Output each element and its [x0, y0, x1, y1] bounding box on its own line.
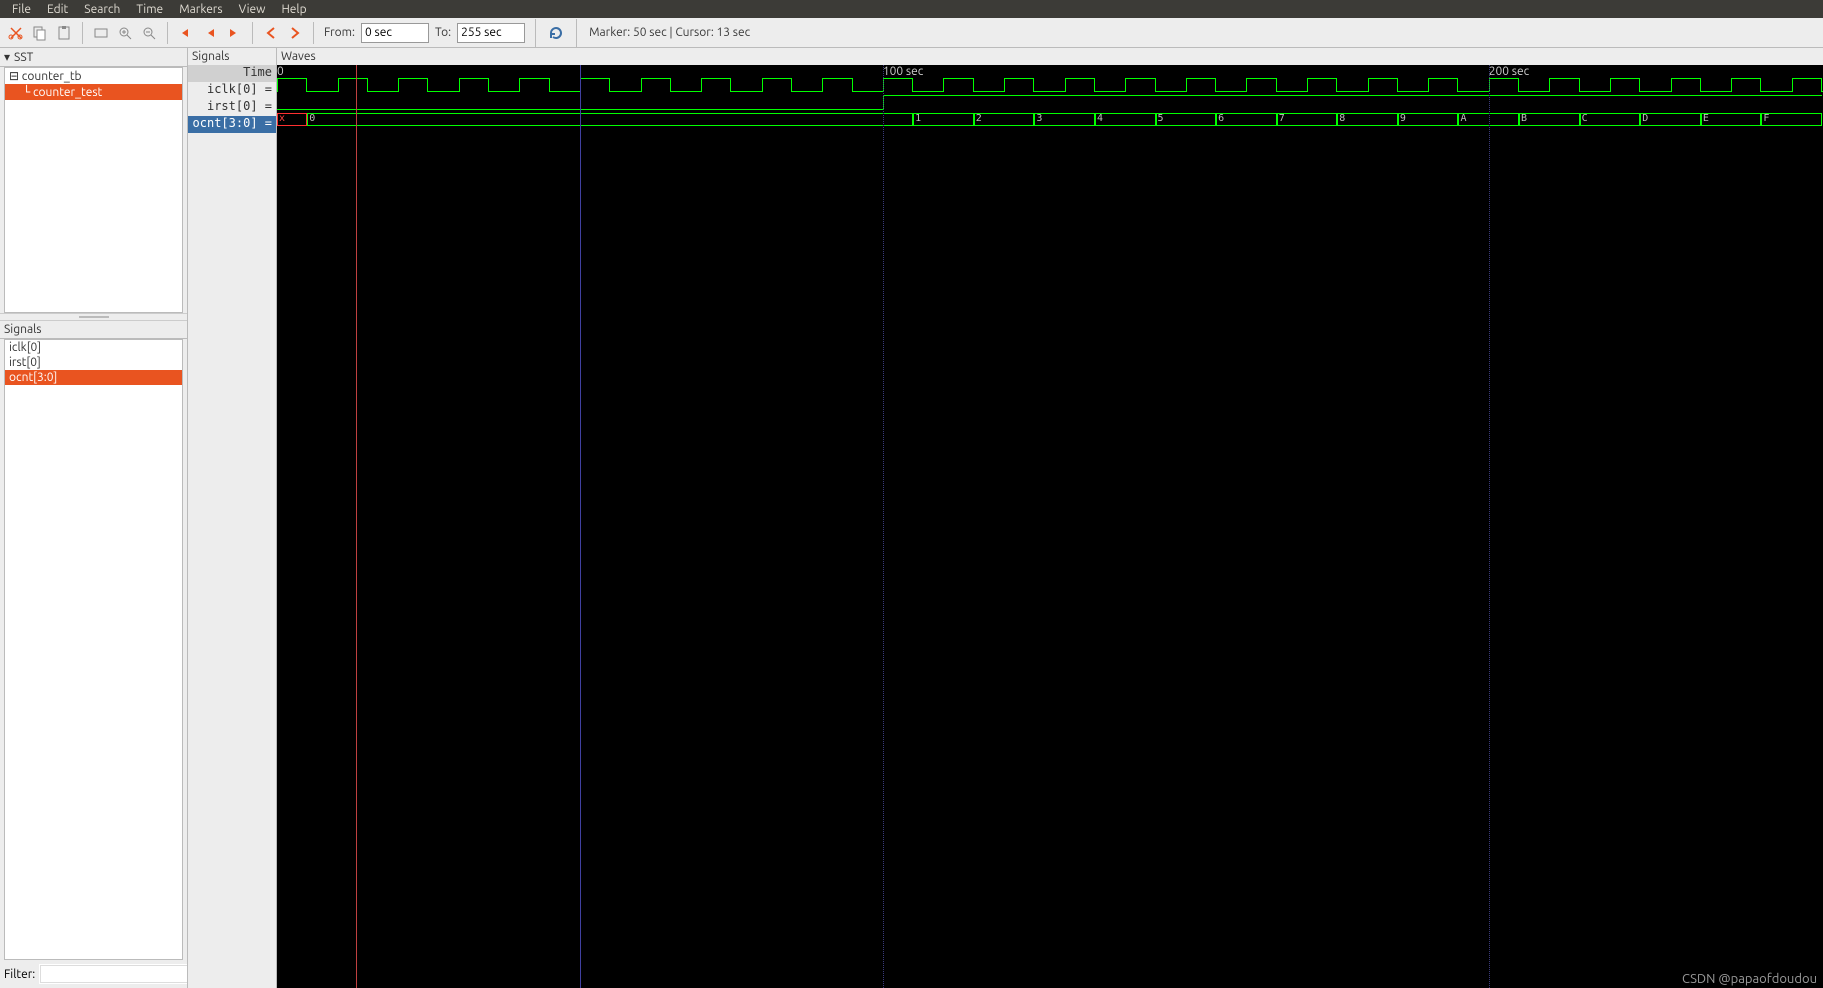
filter-label: Filter:	[4, 968, 35, 981]
separator	[252, 22, 253, 44]
signal-item[interactable]: ocnt[3:0]	[5, 370, 182, 385]
vgrid	[1489, 65, 1490, 988]
menu-markers[interactable]: Markers	[171, 2, 230, 17]
signal-row[interactable]: irst[0] =	[188, 99, 276, 116]
tree-item-counter_test[interactable]: └ counter_test	[5, 84, 182, 100]
zoom-out-icon[interactable]	[139, 23, 159, 43]
left-panel: ▾ SST ⊟ counter_tb└ counter_test Signals…	[0, 48, 187, 988]
wave-row: x0123456789ABCDEF	[277, 111, 1823, 128]
from-label: From:	[322, 26, 357, 39]
filter-input[interactable]	[39, 964, 202, 984]
signal-row[interactable]: ocnt[3:0] =	[188, 116, 276, 133]
wave-row	[277, 77, 1823, 94]
menubar: FileEditSearchTimeMarkersViewHelp	[0, 0, 1823, 18]
to-label: To:	[433, 26, 453, 39]
tree-item-counter_tb[interactable]: ⊟ counter_tb	[5, 68, 182, 84]
paste-icon[interactable]	[54, 23, 74, 43]
signals-list[interactable]: iclk[0]irst[0]ocnt[3:0]	[4, 339, 183, 960]
from-input[interactable]	[361, 23, 429, 43]
wave-row	[277, 94, 1823, 111]
toolbar: From: To: Marker: 50 sec | Cursor: 13 se…	[0, 18, 1823, 48]
step-forward-icon[interactable]	[285, 23, 305, 43]
waves-header: Waves	[277, 48, 1823, 65]
undo-icon[interactable]	[176, 23, 196, 43]
zoom-fit-icon[interactable]	[91, 23, 111, 43]
menu-help[interactable]: Help	[273, 2, 314, 17]
wave-canvas[interactable]: 0100 sec200 sec x0123456789ABCDEF CSDN @…	[277, 65, 1823, 988]
time-scale: 0100 sec200 sec	[277, 65, 1823, 77]
signal-item[interactable]: irst[0]	[5, 355, 182, 370]
splitter[interactable]	[0, 313, 187, 321]
cursor-line[interactable]	[356, 65, 357, 988]
menu-edit[interactable]: Edit	[39, 2, 76, 17]
waves-panel: Waves 0100 sec200 sec x0123456789ABCDEF …	[276, 48, 1823, 988]
separator	[167, 22, 168, 44]
go-end-icon[interactable]	[224, 23, 244, 43]
step-back-icon[interactable]	[261, 23, 281, 43]
go-start-icon[interactable]	[200, 23, 220, 43]
separator	[82, 22, 83, 44]
marker-line[interactable]	[580, 65, 581, 988]
chevron-down-icon[interactable]: ▾	[4, 50, 10, 64]
signal-names-panel: Signals Timeiclk[0] =irst[0] =ocnt[3:0] …	[187, 48, 276, 988]
separator	[535, 19, 536, 47]
cut-icon[interactable]	[6, 23, 26, 43]
menu-file[interactable]: File	[4, 2, 39, 17]
signals-mid-header: Signals	[188, 48, 276, 65]
menu-search[interactable]: Search	[76, 2, 128, 17]
to-input[interactable]	[457, 23, 525, 43]
vgrid	[883, 65, 884, 988]
hierarchy-tree[interactable]: ⊟ counter_tb└ counter_test	[4, 67, 183, 313]
copy-icon[interactable]	[30, 23, 50, 43]
marker-cursor-status: Marker: 50 sec | Cursor: 13 sec	[587, 26, 752, 39]
signals-lower-header: Signals	[0, 321, 187, 339]
watermark: CSDN @papaofdoudou	[1682, 972, 1817, 986]
menu-view[interactable]: View	[231, 2, 274, 17]
signal-row[interactable]: iclk[0] =	[188, 82, 276, 99]
sst-header: ▾ SST	[0, 48, 187, 67]
reload-icon[interactable]	[546, 23, 566, 43]
menu-time[interactable]: Time	[128, 2, 171, 17]
separator	[313, 22, 314, 44]
signal-row[interactable]: Time	[188, 65, 276, 82]
separator	[576, 19, 577, 47]
zoom-in-icon[interactable]	[115, 23, 135, 43]
signal-item[interactable]: iclk[0]	[5, 340, 182, 355]
